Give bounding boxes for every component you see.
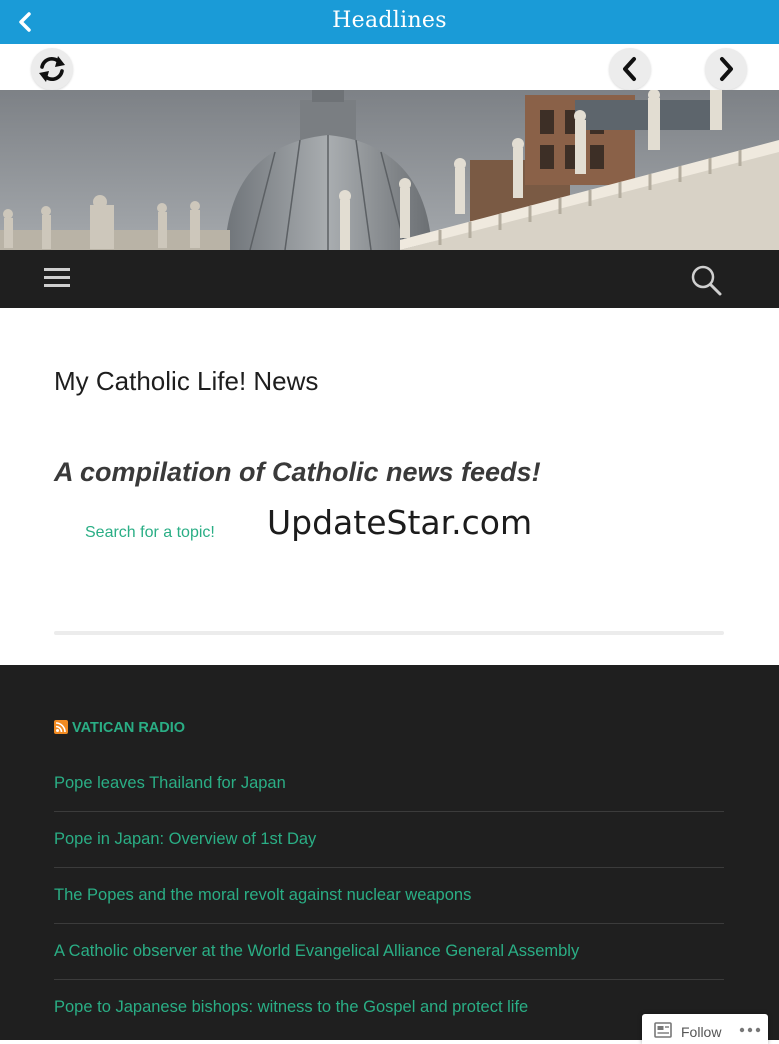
chevron-left-icon — [623, 57, 636, 81]
chevron-right-icon — [720, 57, 733, 81]
refresh-icon — [39, 56, 65, 82]
updatestar-brand-text: UpdateStar.com — [267, 503, 533, 542]
refresh-button[interactable] — [31, 48, 73, 90]
list-item: The Popes and the moral revolt against n… — [54, 868, 724, 924]
list-item: Pope to Japanese bishops: witness to the… — [54, 980, 724, 1036]
news-link[interactable]: Pope in Japan: Overview of 1st Day — [54, 830, 316, 849]
more-dots-icon[interactable] — [738, 1026, 762, 1034]
section-divider — [54, 631, 724, 635]
news-link[interactable]: The Popes and the moral revolt against n… — [54, 886, 471, 905]
news-link[interactable]: Pope leaves Thailand for Japan — [54, 774, 286, 793]
next-button[interactable] — [705, 48, 747, 90]
follow-reader-icon — [654, 1022, 672, 1038]
site-title[interactable]: My Catholic Life! News — [54, 366, 318, 397]
previous-button[interactable] — [609, 48, 651, 90]
rss-widget-label[interactable]: VATICAN RADIO — [72, 720, 185, 736]
site-nav-bar — [0, 250, 779, 308]
follow-label: Follow — [681, 1024, 722, 1040]
list-item: Pope in Japan: Overview of 1st Day — [54, 812, 724, 868]
list-item: A Catholic observer at the World Evangel… — [54, 924, 724, 980]
news-list: Pope leaves Thailand for Japan Pope in J… — [54, 756, 724, 1036]
search-topic-link[interactable]: Search for a topic! — [85, 524, 215, 542]
search-icon[interactable] — [689, 263, 723, 297]
list-item: Pope leaves Thailand for Japan — [54, 756, 724, 812]
rss-icon — [54, 720, 68, 734]
hamburger-menu-icon[interactable] — [44, 267, 72, 289]
app-bar: Headlines — [0, 0, 779, 44]
app-bar-title: Headlines — [332, 8, 447, 33]
news-link[interactable]: A Catholic observer at the World Evangel… — [54, 942, 579, 961]
nav-strip — [0, 44, 779, 90]
site-tagline: A compilation of Catholic news feeds! — [54, 457, 541, 487]
header-banner-image — [0, 90, 779, 250]
news-link[interactable]: Pope to Japanese bishops: witness to the… — [54, 998, 528, 1017]
